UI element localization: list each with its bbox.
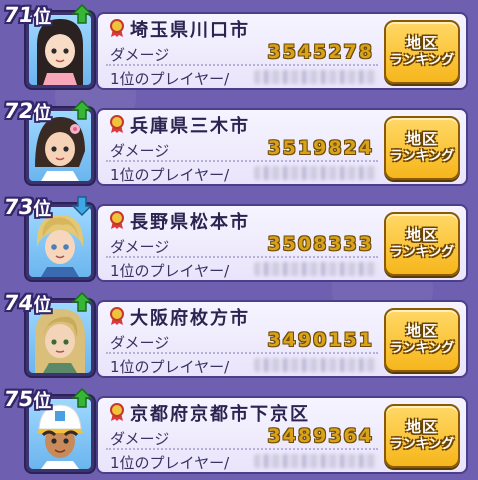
medal-ribbon-icon — [110, 211, 124, 229]
button-line2: ランキング — [389, 341, 455, 356]
city-name: 大阪府枚方市 — [130, 308, 250, 329]
medal-ribbon-icon — [110, 307, 124, 325]
damage-label: ダメージ — [110, 238, 170, 256]
blurred-player-name — [254, 70, 378, 84]
button-line1: 地区 — [405, 130, 438, 148]
ranking-card: 埼玉県川口市 ダメージ 3545278 1位のプレイヤー/ 地区 ランキング — [96, 12, 468, 90]
area-ranking-button[interactable]: 地区 ランキング — [384, 404, 460, 468]
ranking-row: 74位 大阪府枚方市 ダメージ 3490151 1位のプレイヤー/ 地区 ランキ… — [0, 288, 478, 380]
ranking-row: 73位 長野県松本市 ダメージ 3508333 1位のプレイヤー/ 地区 ランキ… — [0, 192, 478, 284]
blurred-player-name — [254, 358, 378, 372]
ranking-card: 大阪府枚方市 ダメージ 3490151 1位のプレイヤー/ 地区 ランキング — [96, 300, 468, 378]
blurred-player-name — [254, 262, 378, 276]
damage-label: ダメージ — [110, 334, 170, 352]
ranking-card: 長野県松本市 ダメージ 3508333 1位のプレイヤー/ 地区 ランキング — [96, 204, 468, 282]
rank-up-arrow-icon — [72, 388, 92, 408]
damage-line: ダメージ 3519824 — [106, 137, 378, 162]
button-line1: 地区 — [405, 322, 438, 340]
damage-value: 3508333 — [267, 233, 374, 255]
damage-line: ダメージ 3490151 — [106, 329, 378, 354]
damage-label: ダメージ — [110, 430, 170, 448]
rank-up-arrow-icon — [72, 292, 92, 312]
city-name: 兵庫県三木市 — [130, 116, 250, 137]
rank-up-arrow-icon — [72, 100, 92, 120]
button-line1: 地区 — [405, 418, 438, 436]
button-line1: 地区 — [405, 34, 438, 52]
damage-line: ダメージ 3489364 — [106, 425, 378, 450]
rank-label: 74位 — [2, 291, 52, 316]
ranking-card: 兵庫県三木市 ダメージ 3519824 1位のプレイヤー/ 地区 ランキング — [96, 108, 468, 186]
button-line2: ランキング — [389, 245, 455, 260]
top-player-line: 1位のプレイヤー/ — [106, 258, 378, 280]
damage-label: ダメージ — [110, 46, 170, 64]
area-ranking-button[interactable]: 地区 ランキング — [384, 212, 460, 276]
damage-value: 3519824 — [267, 137, 374, 159]
damage-line: ダメージ 3545278 — [106, 41, 378, 66]
rank-up-arrow-icon — [72, 4, 92, 24]
rank-down-arrow-icon — [72, 196, 92, 216]
medal-ribbon-icon — [110, 403, 124, 421]
top-player-label: 1位のプレイヤー/ — [110, 454, 230, 472]
damage-line: ダメージ 3508333 — [106, 233, 378, 258]
rank-label: 72位 — [2, 99, 52, 124]
area-ranking-button[interactable]: 地区 ランキング — [384, 116, 460, 180]
button-line2: ランキング — [389, 53, 455, 68]
top-player-line: 1位のプレイヤー/ — [106, 162, 378, 184]
damage-value: 3490151 — [267, 329, 374, 351]
ranking-row: 75位 京都府京都市下京区 ダメージ 3489364 1位のプレイヤー/ 地区 … — [0, 384, 478, 476]
button-line2: ランキング — [389, 149, 455, 164]
blurred-player-name — [254, 454, 378, 468]
area-ranking-button[interactable]: 地区 ランキング — [384, 20, 460, 84]
button-line2: ランキング — [389, 437, 455, 452]
city-name: 京都府京都市下京区 — [130, 404, 310, 425]
rank-label: 75位 — [2, 387, 52, 412]
top-player-line: 1位のプレイヤー/ — [106, 450, 378, 472]
damage-value: 3545278 — [267, 41, 374, 63]
area-ranking-button[interactable]: 地区 ランキング — [384, 308, 460, 372]
top-player-label: 1位のプレイヤー/ — [110, 166, 230, 184]
medal-ribbon-icon — [110, 115, 124, 133]
ranking-card: 京都府京都市下京区 ダメージ 3489364 1位のプレイヤー/ 地区 ランキン… — [96, 396, 468, 474]
medal-ribbon-icon — [110, 19, 124, 37]
city-name: 長野県松本市 — [130, 212, 250, 233]
top-player-label: 1位のプレイヤー/ — [110, 70, 230, 88]
rank-label: 73位 — [2, 195, 52, 220]
blurred-player-name — [254, 166, 378, 180]
damage-value: 3489364 — [267, 425, 374, 447]
top-player-label: 1位のプレイヤー/ — [110, 358, 230, 376]
city-name: 埼玉県川口市 — [130, 20, 250, 41]
top-player-line: 1位のプレイヤー/ — [106, 66, 378, 88]
rank-label: 71位 — [2, 3, 52, 28]
damage-label: ダメージ — [110, 142, 170, 160]
ranking-row: 71位 埼玉県川口市 ダメージ 3545278 1位のプレイヤー/ 地区 ランキ… — [0, 0, 478, 92]
top-player-line: 1位のプレイヤー/ — [106, 354, 378, 376]
button-line1: 地区 — [405, 226, 438, 244]
top-player-label: 1位のプレイヤー/ — [110, 262, 230, 280]
ranking-row: 72位 兵庫県三木市 ダメージ 3519824 1位のプレイヤー/ 地区 ランキ… — [0, 96, 478, 188]
